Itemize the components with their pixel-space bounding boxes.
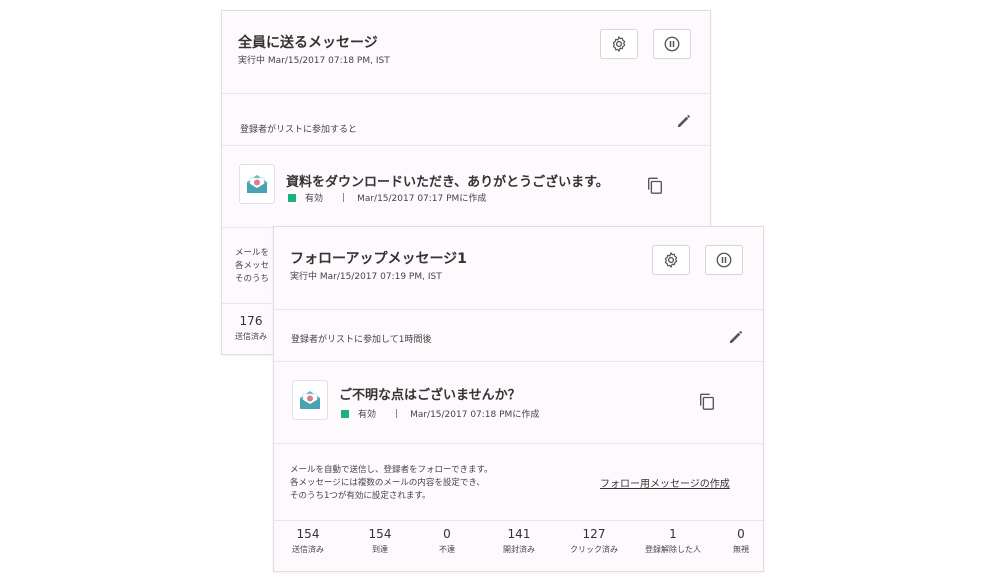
description-text: メールを自動で送信し、登録者をフォローできます。 各メッセージには複数のメールの…: [290, 465, 493, 501]
divider: [222, 93, 710, 94]
pencil-icon[interactable]: [675, 112, 693, 130]
divider: [274, 443, 763, 444]
message-status-row: 有効 | Mar/15/2017 07:18 PMに作成: [341, 407, 539, 420]
stat-value: 127: [582, 527, 606, 541]
trigger-text: 登録者がリストに参加して1時間後: [291, 335, 432, 345]
stat-value: 0: [737, 527, 745, 541]
gear-icon: [612, 36, 626, 52]
divider: [222, 145, 710, 146]
divider: [274, 520, 763, 521]
status-label: 有効: [358, 410, 377, 420]
active-status-dot: [341, 409, 349, 418]
stat-sent: 154 送信済み: [268, 527, 348, 555]
stat-value: 154: [296, 527, 320, 541]
separator: |: [395, 408, 399, 419]
trigger-text: 登録者がリストに参加すると: [240, 125, 358, 135]
created-date: Mar/15/2017 07:17 PMに作成: [357, 194, 487, 204]
open-envelope-icon: [300, 391, 320, 409]
settings-button[interactable]: [600, 29, 638, 59]
stat-label: 不達: [439, 545, 455, 554]
open-envelope-icon: [247, 175, 267, 193]
message-status-row: 有効 | Mar/15/2017 07:17 PMに作成: [288, 191, 486, 204]
copy-icon[interactable]: [698, 392, 716, 412]
message-thumbnail: [292, 380, 328, 420]
stat-label: 送信済み: [292, 545, 324, 554]
create-followup-link[interactable]: フォロー用メッセージの作成: [600, 475, 730, 490]
pause-icon: [716, 252, 732, 268]
pause-button[interactable]: [653, 29, 691, 59]
pause-icon: [664, 36, 680, 52]
autoresponder-card-followup: フォローアップメッセージ1 実行中 Mar/15/2017 07:19 PM, …: [273, 226, 764, 572]
stat-value: 0: [443, 527, 451, 541]
card-title: 全員に送るメッセージ: [238, 35, 378, 51]
active-status-dot: [288, 193, 296, 202]
stat-label: 開封済み: [503, 545, 535, 554]
stat-label: クリック済み: [570, 545, 618, 554]
stat-opened: 141 開封済み: [479, 527, 559, 555]
stat-clicked: 127 クリック済み: [554, 527, 634, 555]
card-status-line: 実行中 Mar/15/2017 07:19 PM, IST: [290, 272, 442, 282]
message-subject[interactable]: ご不明な点はございませんか？: [339, 384, 521, 403]
gear-icon: [664, 252, 678, 268]
stat-ignored: 0 無視: [701, 527, 781, 555]
pause-button[interactable]: [705, 245, 743, 275]
divider: [274, 361, 763, 362]
status-label: 有効: [305, 194, 324, 204]
stat-value: 141: [507, 527, 531, 541]
message-thumbnail: [239, 164, 275, 204]
settings-button[interactable]: [652, 245, 690, 275]
separator: |: [342, 192, 346, 203]
description-text: メールを 各メッセ そのうち: [235, 248, 270, 284]
message-subject[interactable]: 資料をダウンロードいただき、ありがとうございます。: [286, 171, 609, 190]
card-title: フォローアップメッセージ1: [290, 251, 467, 267]
pencil-icon[interactable]: [727, 328, 745, 346]
stat-bounced: 0 不達: [407, 527, 487, 555]
created-date: Mar/15/2017 07:18 PMに作成: [410, 410, 540, 420]
card-status-line: 実行中 Mar/15/2017 07:18 PM, IST: [238, 56, 390, 66]
divider: [274, 309, 763, 310]
stat-label: 無視: [733, 545, 749, 554]
copy-icon[interactable]: [646, 176, 664, 196]
